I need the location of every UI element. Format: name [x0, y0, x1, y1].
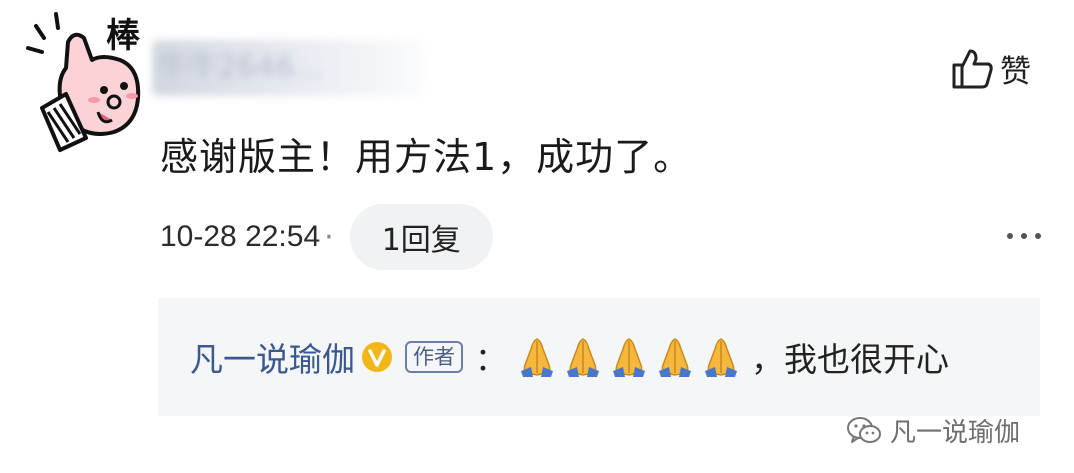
timestamp: 10-28 22:54 [160, 220, 321, 253]
reply-count-button[interactable]: 1回复 [349, 204, 493, 270]
watermark-text: 凡一说瑜伽 [890, 418, 1021, 448]
meta-separator: · [324, 219, 334, 255]
watermark: 凡一说瑜伽 [846, 412, 1020, 449]
comment-meta: 10-28 22:54 · 1回复 [160, 204, 493, 270]
reply-text: ，我也很开心 [751, 340, 950, 379]
verified-v-icon [362, 342, 392, 372]
folded-hands-icon [567, 338, 600, 377]
avatar-badge-text: 棒 [106, 16, 140, 56]
more-options-button[interactable] [1004, 226, 1044, 246]
more-dots-icon [1007, 233, 1041, 239]
emoji-group [515, 335, 743, 379]
folded-hands-icon [659, 338, 692, 377]
like-label: 赞 [1000, 54, 1031, 90]
wechat-icon [847, 416, 881, 443]
avatar[interactable]: 棒 [22, 8, 158, 154]
folded-hands-icon [521, 338, 554, 377]
username-text: 牛牛2646... [158, 50, 323, 85]
folded-hands-icon [613, 338, 646, 377]
comment-text: 感谢版主！用方法1，成功了。 [160, 135, 693, 179]
author-tag: 作者 [405, 341, 463, 373]
reply-author[interactable]: 凡一说瑜伽 [190, 333, 355, 381]
like-button[interactable]: 赞 [950, 46, 1031, 91]
reply-colon: ： [475, 340, 508, 378]
reply-count-label: 1回复 [381, 223, 461, 258]
thumbs-up-icon [952, 49, 993, 88]
username[interactable]: 牛牛2646... [152, 40, 422, 96]
reply-box[interactable]: 凡一说瑜伽 作者 ： ，我也很开心 [158, 298, 1040, 416]
folded-hands-icon [705, 338, 738, 377]
